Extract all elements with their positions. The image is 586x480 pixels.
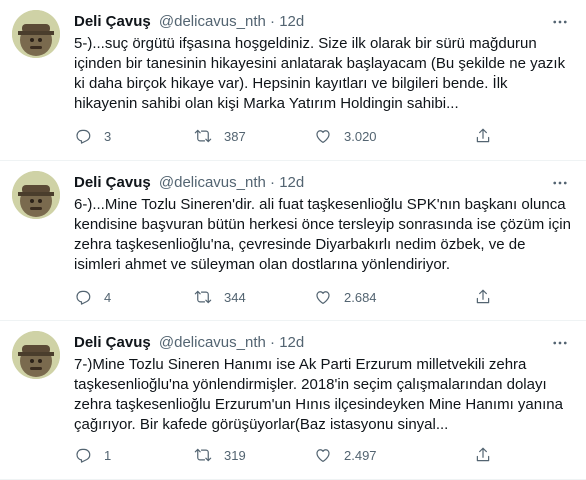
avatar[interactable] [12,331,60,379]
tweet[interactable]: Deli Çavuş @delicavus_nth · 12d 6-)...Mi… [0,161,586,321]
avatar[interactable] [12,171,60,219]
author-handle[interactable]: @delicavus_nth [159,174,266,191]
share-icon [476,289,490,304]
reply-count: 3 [104,128,112,144]
share-icon [476,447,490,462]
author-name[interactable]: Deli Çavuş [74,334,151,351]
share-button[interactable] [474,287,492,307]
tweet-actions: 3 387 3.020 [74,126,514,146]
like-button[interactable]: 3.020 [314,126,377,146]
tweet-text: 6-)...Mine Tozlu Sineren'dir. ali fuat t… [74,196,571,273]
separator-dot: · [270,174,276,191]
retweet-button[interactable]: 319 [194,445,246,465]
more-icon[interactable] [548,331,572,355]
retweet-count: 344 [224,289,246,305]
reply-count: 1 [104,447,112,463]
avatar-image [12,171,60,219]
tweet[interactable]: Deli Çavuş @delicavus_nth · 12d 7-)Mine … [0,321,586,480]
share-icon [476,128,490,143]
avatar[interactable] [12,10,60,58]
timestamp[interactable]: 12d [279,174,304,191]
avatar-image [12,10,60,58]
retweet-count: 319 [224,447,246,463]
avatar-image [12,331,60,379]
author-name[interactable]: Deli Çavuş [74,174,151,191]
tweet-text: 5-)...suç örgütü ifşasına hoşgeldiniz. S… [74,35,566,112]
reply-count: 4 [104,289,112,305]
tweet-text: 7-)Mine Tozlu Sineren Hanımı ise Ak Part… [74,356,563,433]
heart-icon [316,449,330,462]
tweet-actions: 1 319 2.497 [74,445,514,465]
like-button[interactable]: 2.497 [314,445,377,465]
heart-icon [316,291,330,304]
reply-icon [76,448,91,463]
tweet-actions: 4 344 2.684 [74,287,514,307]
retweet-icon [194,290,212,304]
author-handle[interactable]: @delicavus_nth [159,13,266,30]
reply-icon [76,129,91,144]
share-button[interactable] [474,126,492,146]
author-name[interactable]: Deli Çavuş [74,13,151,30]
tweet[interactable]: Deli Çavuş @delicavus_nth · 12d 5-)...su… [0,0,586,161]
timestamp[interactable]: 12d [279,334,304,351]
tweet-header: Deli Çavuş @delicavus_nth · 12d [74,333,546,353]
retweet-button[interactable]: 387 [194,126,246,146]
heart-icon [316,130,330,143]
reply-button[interactable]: 4 [74,287,111,307]
retweet-count: 387 [224,128,246,144]
tweet-feed: Deli Çavuş @delicavus_nth · 12d 5-)...su… [0,0,586,480]
author-handle[interactable]: @delicavus_nth [159,334,266,351]
reply-button[interactable]: 1 [74,445,111,465]
retweet-button[interactable]: 344 [194,287,246,307]
tweet-header: Deli Çavuş @delicavus_nth · 12d [74,173,546,193]
timestamp[interactable]: 12d [279,13,304,30]
like-count: 3.020 [344,128,377,144]
like-count: 2.684 [344,289,377,305]
reply-button[interactable]: 3 [74,126,111,146]
more-icon[interactable] [548,171,572,195]
retweet-icon [194,129,212,143]
reply-icon [76,290,91,305]
tweet-header: Deli Çavuş @delicavus_nth · 12d [74,12,546,32]
more-icon[interactable] [548,10,572,34]
like-count: 2.497 [344,447,377,463]
retweet-icon [194,448,212,462]
separator-dot: · [270,13,276,30]
separator-dot: · [270,334,276,351]
like-button[interactable]: 2.684 [314,287,377,307]
share-button[interactable] [474,445,492,465]
